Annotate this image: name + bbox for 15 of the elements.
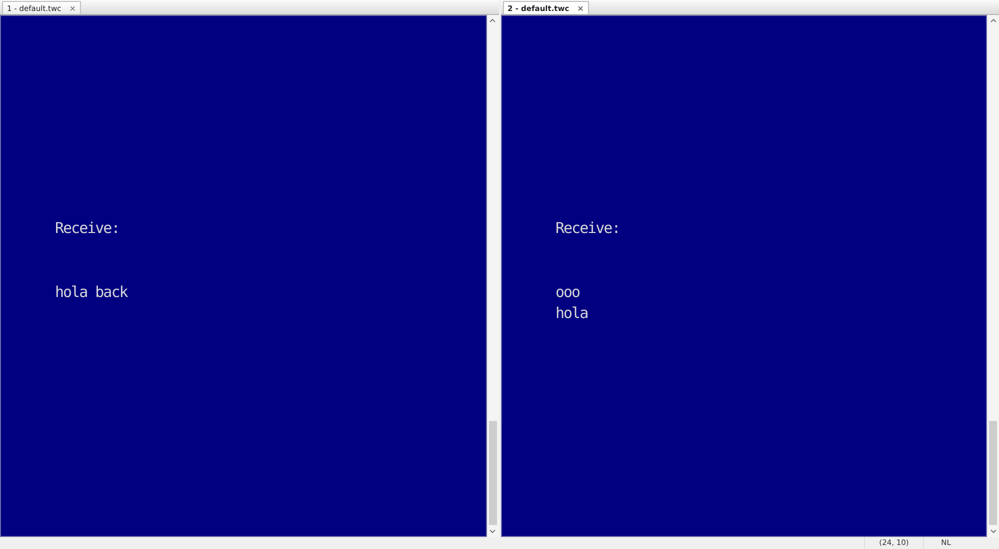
scroll-thumb[interactable] [989,421,997,525]
scroll-up-icon[interactable] [990,18,996,23]
scrollbar[interactable] [486,15,498,537]
close-icon[interactable]: × [69,4,76,12]
terminal-line: hola [556,303,588,324]
scroll-down-icon[interactable] [489,529,496,534]
scroll-up-icon[interactable] [489,18,496,23]
terminal-line: hola back [55,282,128,303]
terminal-line: Receive: [55,218,120,239]
close-icon[interactable]: × [577,4,584,12]
terminal-line: Receive: [556,218,620,239]
scrollbar[interactable] [987,15,999,537]
scroll-thumb[interactable] [488,421,496,525]
terminal-line: ooo [556,282,580,303]
scroll-down-icon[interactable] [990,529,996,534]
